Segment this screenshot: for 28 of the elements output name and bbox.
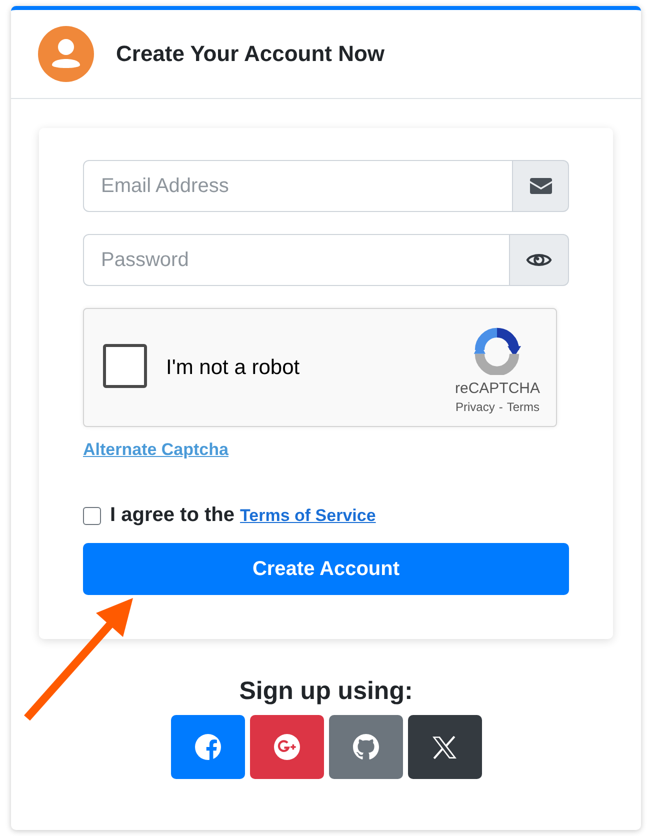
github-icon xyxy=(352,734,378,760)
recaptcha-brand: reCAPTCHA xyxy=(454,380,540,398)
github-button[interactable] xyxy=(328,715,402,779)
facebook-button[interactable] xyxy=(170,715,244,779)
envelope-icon xyxy=(530,178,552,194)
user-avatar-icon xyxy=(38,26,94,82)
show-password-button[interactable] xyxy=(510,234,569,286)
recaptcha-logo-icon xyxy=(472,325,522,375)
facebook-icon xyxy=(194,734,220,760)
create-account-button[interactable]: Create Account xyxy=(83,543,569,595)
eye-icon xyxy=(526,251,552,269)
sign-up-heading: Sign up using: xyxy=(239,677,413,705)
link-separator: - xyxy=(498,400,503,415)
password-field[interactable]: Password xyxy=(83,234,510,286)
agree-checkbox[interactable] xyxy=(83,506,101,524)
page-title: Create Your Account Now xyxy=(116,41,385,67)
x-logo-button[interactable] xyxy=(408,715,482,779)
google-plus-icon xyxy=(274,734,300,760)
terms-of-service-link[interactable]: Terms of Service xyxy=(240,506,376,525)
x-logo-icon xyxy=(432,736,457,758)
google-plus-button[interactable] xyxy=(250,715,324,779)
captcha-checkbox[interactable] xyxy=(103,344,147,388)
alternate-captcha-link[interactable]: Alternate Captcha xyxy=(83,439,228,461)
terms-link[interactable]: Terms xyxy=(506,400,540,415)
privacy-link[interactable]: Privacy xyxy=(455,400,495,415)
email-field[interactable]: Email Address xyxy=(83,160,513,212)
captcha-label: I'm not a robot xyxy=(166,356,301,380)
agree-statement: I agree to the Terms of Service xyxy=(110,503,376,528)
